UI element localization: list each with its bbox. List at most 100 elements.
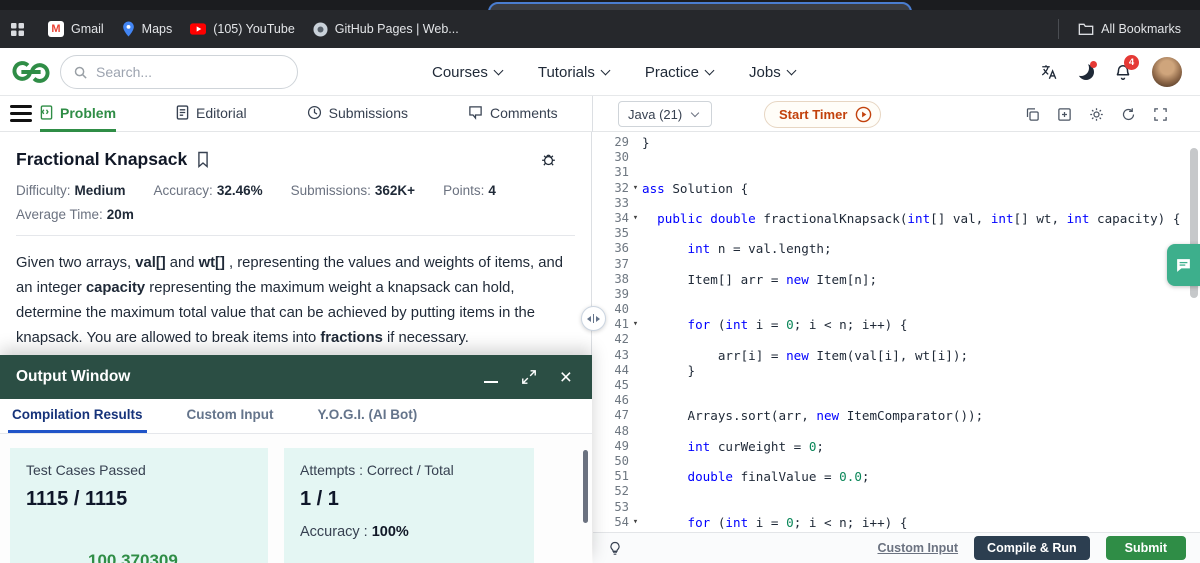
tab-label: Comments bbox=[489, 104, 558, 121]
nav-label: Tutorials bbox=[537, 63, 595, 81]
bookmark-maps[interactable]: Maps bbox=[113, 16, 182, 42]
code-line[interactable]: 30 bbox=[593, 150, 1200, 165]
nav-practice[interactable]: Practice bbox=[645, 64, 715, 81]
close-icon[interactable]: × bbox=[560, 367, 572, 388]
code-line[interactable]: 31 bbox=[593, 165, 1200, 180]
feedback-chat-button[interactable] bbox=[1167, 244, 1200, 286]
code-line[interactable]: 41 ▾ for (int i = 0; i < n; i++) { bbox=[593, 317, 1200, 332]
line-number: 33 bbox=[614, 195, 629, 210]
code-text: for (int i = 0; i < n; i++) { bbox=[687, 514, 908, 530]
settings-gear-icon[interactable] bbox=[1089, 107, 1104, 122]
code-line[interactable]: 54 ▾ for (int i = 0; i < n; i++) { bbox=[593, 515, 1200, 530]
code-line[interactable]: 37 bbox=[593, 257, 1200, 272]
tab-editorial[interactable]: Editorial bbox=[176, 96, 247, 132]
submit-button[interactable]: Submit bbox=[1105, 536, 1186, 560]
play-icon bbox=[855, 106, 872, 123]
compile-run-button[interactable]: Compile & Run bbox=[974, 536, 1090, 560]
all-bookmarks-button[interactable]: All Bookmarks bbox=[1069, 17, 1190, 41]
fold-arrow-icon[interactable]: ▾ bbox=[629, 317, 642, 332]
code-text: arr[i] = new Item(val[i], wt[i]); bbox=[642, 347, 969, 363]
fold-arrow-icon[interactable]: ▾ bbox=[629, 181, 642, 196]
all-bookmarks-label: All Bookmarks bbox=[1101, 22, 1181, 36]
bookmark-icon[interactable] bbox=[196, 151, 210, 168]
output-scrollbar[interactable] bbox=[583, 450, 588, 523]
code-line[interactable]: 32 ▾ ass Solution { bbox=[593, 181, 1200, 196]
hamburger-menu-icon[interactable] bbox=[10, 105, 32, 126]
code-line[interactable]: 49 int curWeight = 0; bbox=[593, 439, 1200, 454]
code-line[interactable]: 52 bbox=[593, 484, 1200, 499]
tab-submissions[interactable]: Submissions bbox=[307, 96, 408, 132]
tab-problem[interactable]: Problem bbox=[40, 96, 117, 132]
line-number: 36 bbox=[614, 241, 629, 256]
code-line[interactable]: 43 arr[i] = new Item(val[i], wt[i]); bbox=[593, 348, 1200, 363]
code-text: int n = val.length; bbox=[687, 241, 832, 257]
tab-yogi-ai-bot[interactable]: Y.O.G.I. (AI Bot) bbox=[314, 399, 422, 433]
fold-arrow-icon[interactable]: ▾ bbox=[629, 515, 642, 530]
nav-tutorials[interactable]: Tutorials bbox=[537, 63, 611, 81]
search-input[interactable] bbox=[96, 64, 287, 80]
translate-icon[interactable] bbox=[1040, 63, 1058, 81]
notifications-bell-icon[interactable]: 4 bbox=[1114, 54, 1139, 82]
snippet-icon[interactable] bbox=[1057, 107, 1072, 122]
submissions-count: Submissions: 362K+ bbox=[290, 183, 416, 198]
tab-compilation-results[interactable]: Compilation Results bbox=[8, 399, 147, 433]
dark-mode-icon[interactable] bbox=[1078, 61, 1097, 80]
code-line[interactable]: 44 } bbox=[593, 363, 1200, 378]
avatar[interactable] bbox=[1152, 57, 1182, 87]
code-text: int curWeight = 0; bbox=[687, 438, 825, 454]
tab-comments[interactable]: Comments bbox=[468, 96, 558, 132]
fold-gutter bbox=[629, 408, 642, 423]
attempts-card: Attempts : Correct / Total 1 / 1 Accurac… bbox=[284, 448, 534, 563]
code-line[interactable]: 51 double finalValue = 0.0; bbox=[593, 469, 1200, 484]
code-line[interactable]: 38 Item[] arr = new Item[n]; bbox=[593, 272, 1200, 287]
code-line[interactable]: 39 bbox=[593, 287, 1200, 302]
code-text: for (int i = 0; i < n; i++) { bbox=[687, 317, 908, 333]
custom-input-link[interactable]: Custom Input bbox=[878, 541, 959, 555]
reset-code-icon[interactable] bbox=[1121, 107, 1136, 122]
panel-resize-handle[interactable] bbox=[581, 306, 606, 331]
code-text: public double fractionalKnapsack(int[] v… bbox=[657, 210, 1181, 226]
bookmark-youtube[interactable]: (105) YouTube bbox=[181, 17, 304, 41]
code-line[interactable]: 29} bbox=[593, 135, 1200, 150]
bookmark-github-pages[interactable]: GitHub Pages | Web... bbox=[304, 17, 468, 42]
start-timer-button[interactable]: Start Timer bbox=[764, 101, 882, 128]
code-line[interactable]: 35 bbox=[593, 226, 1200, 241]
bookmark-gmail[interactable]: M Gmail bbox=[39, 16, 113, 42]
code-line[interactable]: 33 bbox=[593, 196, 1200, 211]
gfg-logo[interactable] bbox=[10, 59, 52, 85]
hint-lightbulb-icon[interactable] bbox=[607, 540, 623, 557]
code-editor[interactable]: 29} 30 31 32 ▾ ass Solution {33 34 ▾ public dou… bbox=[593, 132, 1200, 532]
code-line[interactable]: 40 bbox=[593, 302, 1200, 317]
code-line[interactable]: 42 bbox=[593, 332, 1200, 347]
language-select[interactable]: Java (21) bbox=[618, 101, 712, 127]
code-line[interactable]: 53 bbox=[593, 500, 1200, 515]
code-line[interactable]: 36 int n = val.length; bbox=[593, 241, 1200, 256]
code-line[interactable]: 46 bbox=[593, 393, 1200, 408]
workspace-toolbar: Problem Editorial Submissions Comments J… bbox=[0, 96, 1200, 132]
code-line[interactable]: 50 bbox=[593, 454, 1200, 469]
fold-gutter bbox=[629, 287, 642, 302]
fold-arrow-icon[interactable]: ▾ bbox=[629, 211, 642, 226]
resize-left-arrow-icon bbox=[586, 315, 591, 322]
tab-custom-input[interactable]: Custom Input bbox=[183, 399, 278, 433]
fold-gutter bbox=[629, 424, 642, 439]
nav-courses[interactable]: Courses bbox=[432, 64, 504, 81]
problem-meta: Difficulty: Medium Accuracy: 32.46% Submis… bbox=[16, 183, 575, 198]
fold-gutter bbox=[629, 363, 642, 378]
expand-icon[interactable] bbox=[521, 370, 536, 384]
fold-gutter bbox=[629, 378, 642, 393]
report-bug-icon[interactable] bbox=[540, 151, 557, 168]
apps-grid-icon[interactable] bbox=[10, 22, 25, 37]
code-line[interactable]: 47 Arrays.sort(arr, new ItemComparator()… bbox=[593, 408, 1200, 423]
test-cases-value: 1115 / 1115 bbox=[26, 488, 128, 510]
nav-jobs[interactable]: Jobs bbox=[749, 64, 797, 81]
minimize-icon[interactable] bbox=[483, 381, 498, 383]
code-line[interactable]: 48 bbox=[593, 424, 1200, 439]
code-line[interactable]: 45 bbox=[593, 378, 1200, 393]
code-line[interactable]: 34 ▾ public double fractionalKnapsack(int… bbox=[593, 211, 1200, 226]
chat-bubble-icon bbox=[1175, 257, 1192, 274]
copy-icon[interactable] bbox=[1025, 107, 1040, 122]
line-number: 30 bbox=[614, 150, 629, 165]
fullscreen-icon[interactable] bbox=[1153, 107, 1168, 122]
